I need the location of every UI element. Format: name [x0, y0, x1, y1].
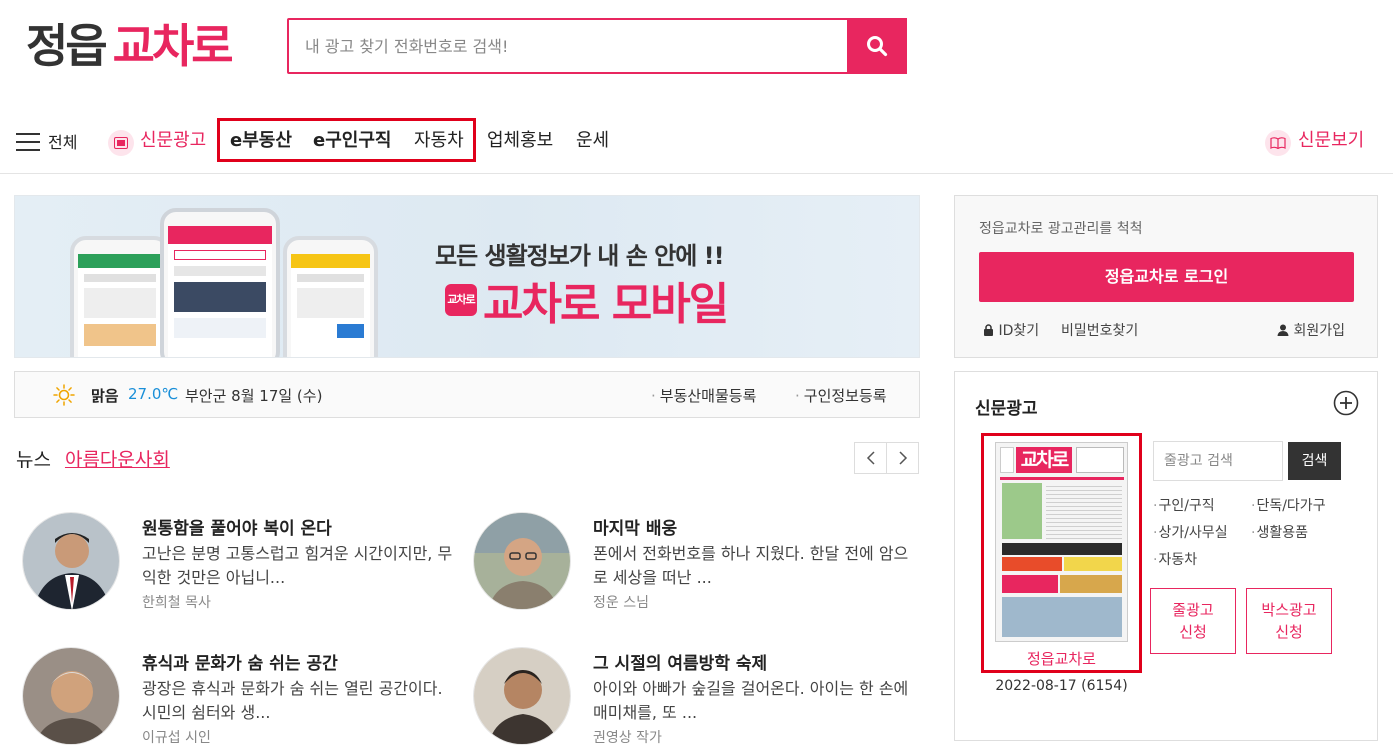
find-id-label: ID찾기 — [998, 323, 1040, 339]
author-photo — [473, 512, 571, 610]
link-register-jobs[interactable]: 구인정보등록 — [795, 385, 887, 406]
apply-box-ad-sublabel: 신청 — [1275, 623, 1303, 641]
news-excerpt: 아이와 아빠가 숲길을 걸어온다. 아이는 한 손에 매미채를, 또 ... — [593, 679, 909, 722]
apply-line-ad-label: 줄광고 — [1172, 601, 1214, 619]
author-photo — [22, 647, 120, 745]
banner-tagline: 모든 생활정보가 내 손 안에 !! — [435, 242, 725, 270]
phone-illustration-center — [160, 208, 280, 357]
line-ad-search-box — [1153, 441, 1283, 481]
category-link-house[interactable]: 단독/다가구 — [1251, 495, 1325, 515]
news-item[interactable]: 마지막 배웅 폰에서 전화번호를 하나 지웠다. 한달 전에 암으로 세상을 떠… — [467, 512, 908, 622]
news-category-link[interactable]: 아름다운사회 — [65, 449, 170, 471]
link-register-realestate[interactable]: 부동산매물등록 — [651, 385, 757, 406]
nav-all[interactable]: 전체 — [48, 130, 77, 156]
login-description: 정읍교차로 광고관리를 척척 — [979, 221, 1143, 237]
line-ad-search-input[interactable] — [1154, 442, 1282, 480]
category-link-car[interactable]: 자동차 — [1153, 549, 1197, 569]
nav-view-newspaper[interactable]: 신문보기 — [1298, 128, 1364, 154]
news-item[interactable]: 원통함을 풀어야 복이 온다 고난은 분명 고통스럽고 힘겨운 시간이지만, 무… — [16, 512, 456, 622]
book-icon — [1265, 130, 1291, 156]
main-nav: 전체 신문광고 e부동산 e구인구직 자동차 업체홍보 운세 신문보기 — [0, 118, 1393, 174]
category-link-living-goods[interactable]: 생활용품 — [1251, 522, 1308, 542]
search-input[interactable] — [289, 20, 849, 72]
nav-car[interactable]: 자동차 — [414, 128, 464, 154]
nav-e-jobs[interactable]: e구인구직 — [313, 128, 391, 154]
apply-line-ad-button[interactable]: 줄광고 신청 — [1150, 588, 1236, 654]
search-icon — [867, 36, 888, 57]
search-button[interactable] — [847, 18, 907, 74]
news-item[interactable]: 그 시절의 여름방학 숙제 아이와 아빠가 숲길을 걸어온다. 아이는 한 손에… — [467, 647, 908, 752]
user-icon — [1277, 324, 1289, 336]
news-label: 뉴스 — [16, 449, 51, 471]
news-excerpt: 폰에서 전화번호를 하나 지웠다. 한달 전에 암으로 세상을 떠난 ... — [593, 544, 909, 587]
nav-business-promo[interactable]: 업체홍보 — [487, 128, 553, 154]
banner-title-text: 교차로 모바일 — [483, 279, 729, 330]
author-photo — [473, 647, 571, 745]
weather-condition: 맑음 — [91, 387, 119, 405]
author-photo — [22, 512, 120, 610]
line-ad-search-button[interactable]: 검색 — [1288, 442, 1341, 480]
weather-location-date: 부안군 8월 17일 (수) — [185, 387, 323, 405]
news-item[interactable]: 휴식과 문화가 숨 쉬는 공간 광장은 휴식과 문화가 숨 쉬는 열린 공간이다… — [16, 647, 456, 752]
news-author: 권영상 작가 — [593, 730, 662, 746]
find-password-link[interactable]: 비밀번호찾기 — [1061, 320, 1138, 340]
find-id-link[interactable]: ID찾기 — [983, 320, 1039, 340]
login-button[interactable]: 정읍교차로 로그인 — [979, 252, 1354, 302]
newspaper-ad-panel: 신문광고 교차로 정읍교차로 2022-08-17 (6154) 검색 구인/구… — [954, 371, 1378, 741]
signup-link[interactable]: 회원가입 — [1277, 320, 1345, 340]
weather-bar: 맑음 27.0℃ 부안군 8월 17일 (수) 부동산매물등록 구인정보등록 — [14, 371, 920, 418]
apply-box-ad-label: 박스광고 — [1261, 601, 1317, 619]
news-title: 그 시절의 여름방학 숙제 — [593, 654, 768, 674]
banner-app-badge: 교차로 — [445, 284, 477, 316]
newspaper-issue-date: 2022-08-17 (6154) — [995, 678, 1128, 694]
news-title: 휴식과 문화가 숨 쉬는 공간 — [142, 654, 338, 674]
logo-text-brand: 교차로 — [112, 19, 234, 73]
prev-button[interactable] — [854, 442, 887, 474]
phone-illustration-right — [283, 236, 378, 357]
apply-box-ad-button[interactable]: 박스광고 신청 — [1246, 588, 1332, 654]
newspaper-thumb-label[interactable]: 정읍교차로 — [984, 648, 1139, 669]
next-button[interactable] — [886, 442, 919, 474]
menu-icon[interactable] — [16, 133, 40, 151]
newspaper-icon — [108, 130, 134, 156]
news-author: 한희철 목사 — [142, 595, 211, 611]
logo-text-region: 정읍 — [26, 19, 108, 73]
news-title: 원통함을 풀어야 복이 온다 — [142, 519, 332, 539]
site-logo[interactable]: 정읍 교차로 — [26, 18, 234, 74]
category-link-jobs[interactable]: 구인/구직 — [1153, 495, 1214, 515]
nav-e-realestate[interactable]: e부동산 — [230, 128, 292, 154]
news-excerpt: 고난은 분명 고통스럽고 힘겨운 시간이지만, 무익한 것만은 아닙니... — [142, 544, 453, 587]
sun-icon — [53, 384, 75, 406]
news-author: 정운 스님 — [593, 595, 649, 611]
plus-circle-icon[interactable] — [1333, 390, 1359, 416]
news-author: 이규섭 시인 — [142, 730, 211, 746]
chevron-right-icon — [898, 451, 907, 465]
category-link-shop-office[interactable]: 상가/사무실 — [1153, 522, 1227, 542]
news-excerpt: 광장은 휴식과 문화가 숨 쉬는 열린 공간이다. 시민의 쉼터와 생... — [142, 679, 443, 722]
lock-icon — [984, 324, 993, 336]
nav-newspaper-ad[interactable]: 신문광고 — [140, 128, 206, 154]
news-heading: 뉴스 아름다운사회 — [16, 445, 170, 472]
newspaper-thumbnail: 교차로 — [995, 442, 1128, 642]
chevron-left-icon — [866, 451, 875, 465]
phone-illustration-left — [70, 236, 170, 357]
nav-fortune[interactable]: 운세 — [576, 128, 609, 154]
newspaper-thumbnail-highlight[interactable]: 교차로 정읍교차로 — [981, 433, 1142, 673]
signup-label: 회원가입 — [1293, 323, 1345, 339]
login-panel: 정읍교차로 광고관리를 척척 정읍교차로 로그인 ID찾기 비밀번호찾기 회원가… — [954, 195, 1378, 358]
apply-line-ad-sublabel: 신청 — [1179, 623, 1207, 641]
mobile-app-banner[interactable]: 모든 생활정보가 내 손 안에 !! 교차로 교차로 모바일 — [14, 195, 920, 358]
weather-temperature: 27.0℃ — [128, 385, 179, 403]
thumbnail-masthead: 교차로 — [1016, 447, 1072, 473]
banner-title: 교차로 교차로 모바일 — [445, 268, 729, 332]
search-bar — [287, 18, 907, 74]
news-title: 마지막 배웅 — [593, 519, 678, 539]
newspaper-heading: 신문광고 — [975, 399, 1038, 419]
